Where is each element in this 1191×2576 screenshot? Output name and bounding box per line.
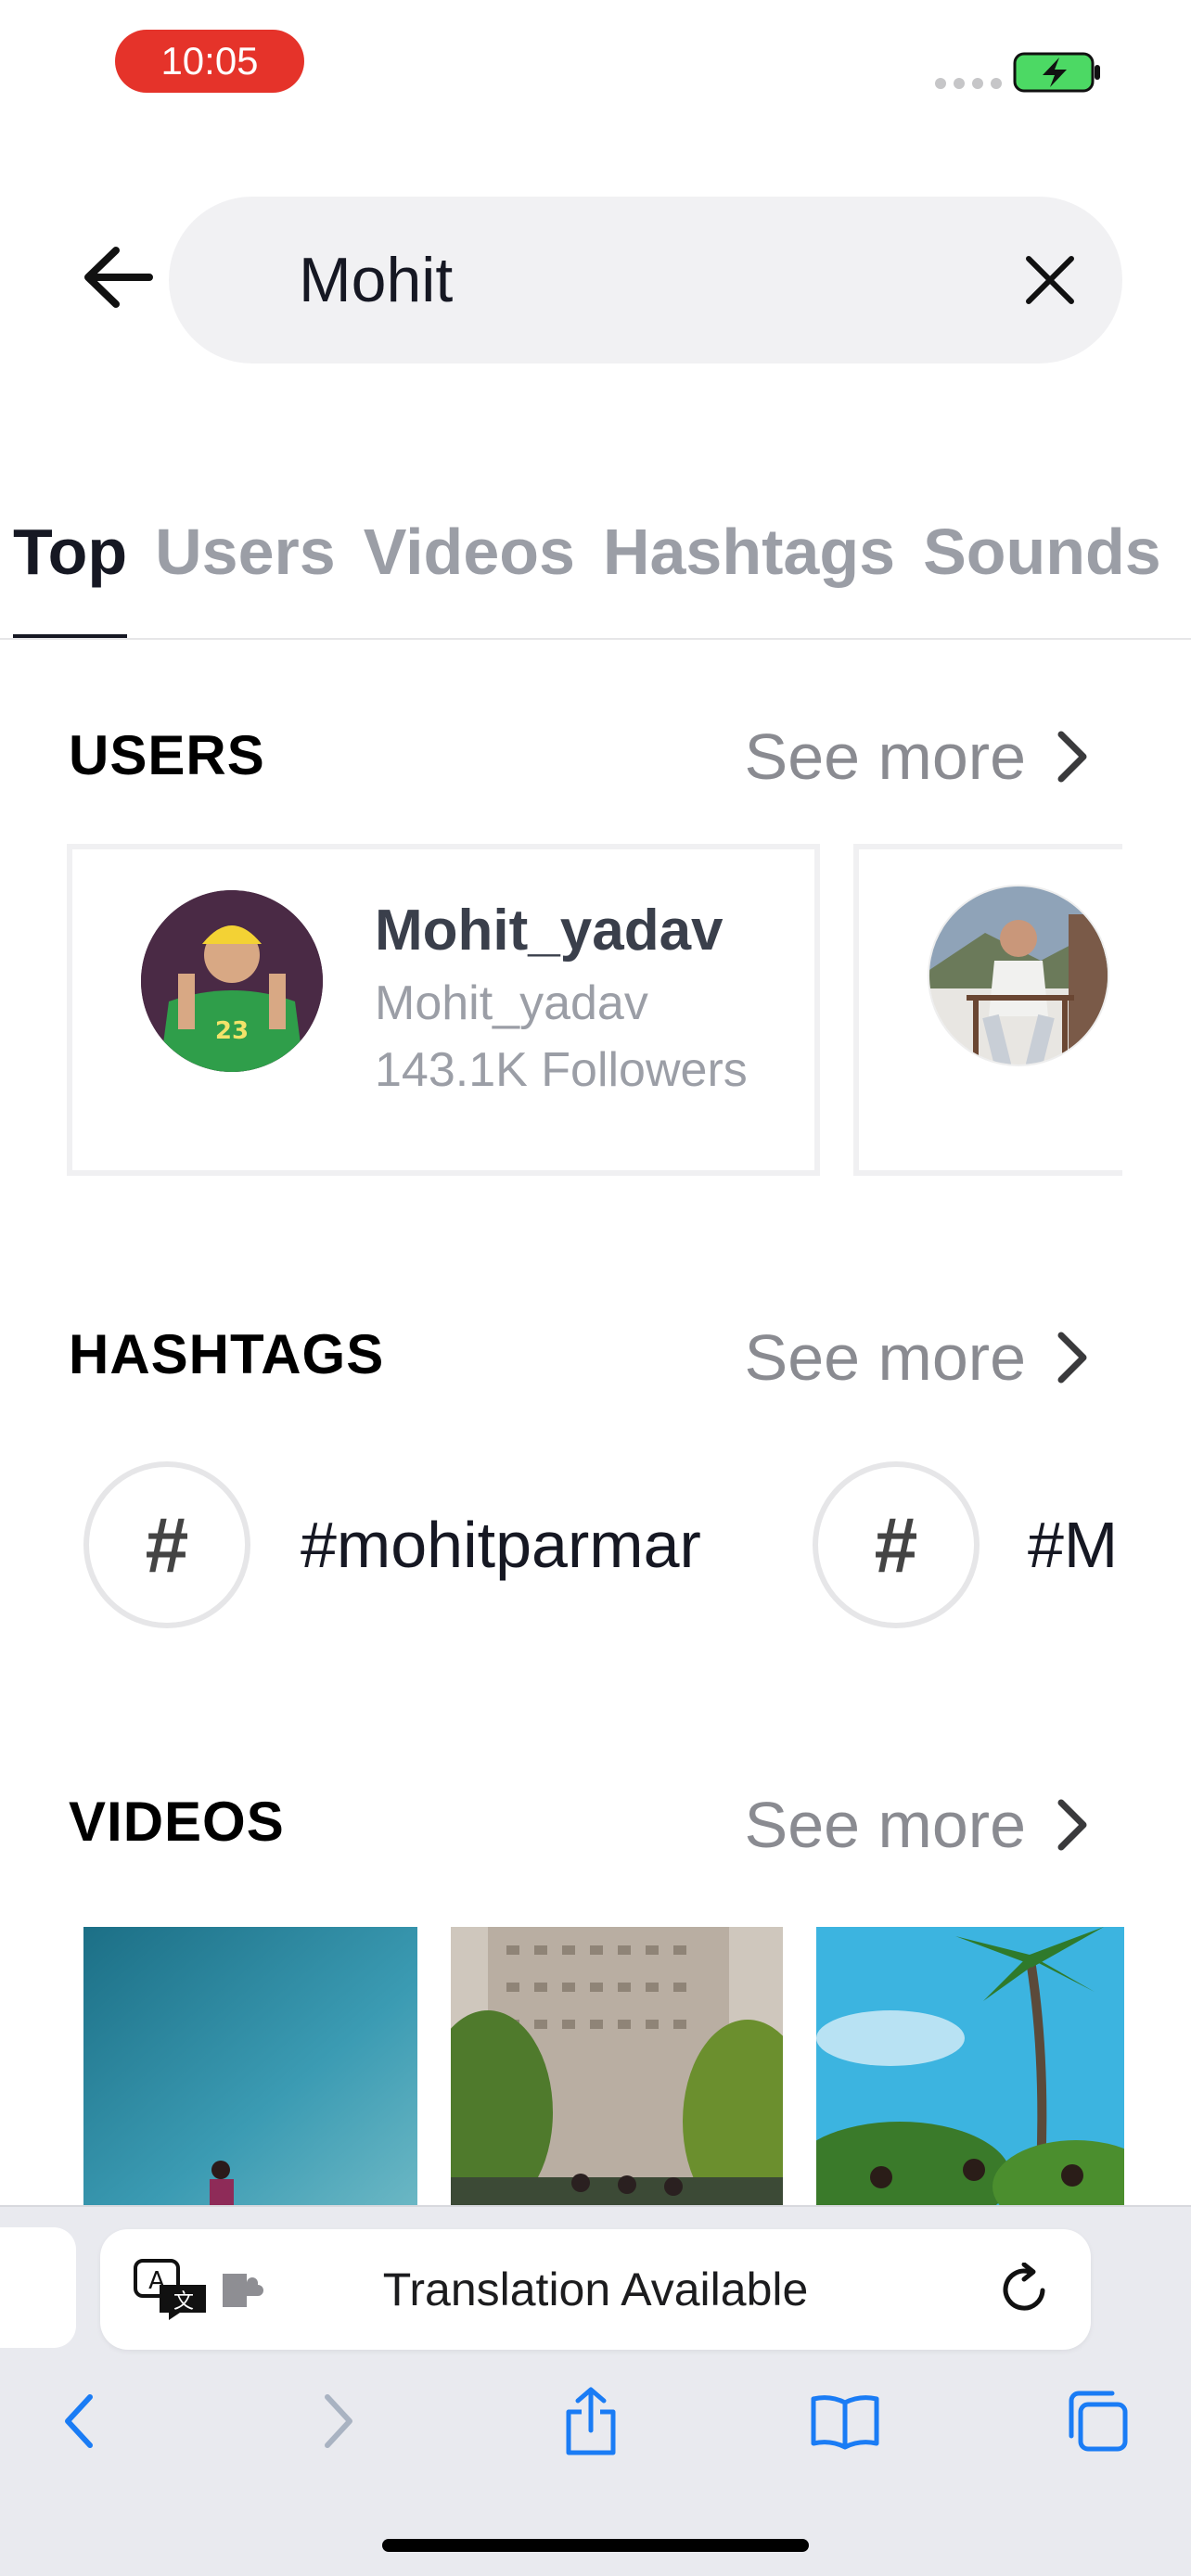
tab-sounds[interactable]: Sounds — [923, 501, 1161, 640]
hashtag-item[interactable]: #M — [1028, 1508, 1124, 1582]
hashtag-icon[interactable]: # — [83, 1461, 250, 1628]
hashtag-icon[interactable]: # — [813, 1461, 980, 1628]
previous-tab-card[interactable] — [0, 2227, 76, 2348]
tabs-button[interactable] — [1056, 2379, 1139, 2463]
avatar — [928, 885, 1109, 1066]
video-thumbnail[interactable] — [83, 1927, 417, 2205]
see-more-label: See more — [744, 1789, 1026, 1861]
chevron-right-icon — [1057, 1799, 1087, 1851]
signal-icon — [935, 78, 1002, 89]
user-card[interactable] — [853, 844, 1122, 1176]
share-button[interactable] — [549, 2379, 633, 2463]
hashtags-section-title: HASHTAGS — [69, 1323, 385, 1385]
tab-videos[interactable]: Videos — [364, 501, 575, 640]
user-handle: Mohit_yadav — [375, 976, 648, 1030]
avatar: 23 — [141, 890, 323, 1072]
share-icon — [566, 2387, 616, 2455]
chevron-right-icon — [1057, 1332, 1087, 1384]
tab-users[interactable]: Users — [155, 501, 336, 640]
back-arrow-icon — [84, 247, 153, 308]
chevron-right-icon — [1057, 731, 1087, 783]
see-more-label: See more — [744, 721, 1026, 793]
tabs-divider — [0, 638, 1191, 640]
svg-text:23: 23 — [215, 1017, 249, 1045]
user-name: Mohit_yadav — [375, 899, 724, 963]
tab-top[interactable]: Top — [13, 501, 128, 640]
status-time: 10:05 — [115, 30, 304, 93]
clear-search-button[interactable] — [1013, 243, 1087, 317]
see-more-label: See more — [744, 1321, 1026, 1394]
bookmarks-button[interactable] — [803, 2379, 887, 2463]
video-thumbnail[interactable] — [451, 1927, 783, 2205]
video-thumbnail[interactable] — [816, 1927, 1124, 2205]
search-tabs: Top Users Videos Hashtags Sounds — [13, 501, 1189, 640]
users-section-title: USERS — [69, 724, 265, 786]
hashtags-see-more-button[interactable]: See more — [745, 1320, 1091, 1395]
browser-back-button[interactable] — [37, 2379, 121, 2463]
translation-text: Translation Available — [382, 2264, 809, 2315]
home-indicator[interactable] — [382, 2539, 809, 2552]
browser-forward-button[interactable] — [297, 2379, 380, 2463]
book-icon — [811, 2395, 879, 2450]
search-bar — [169, 197, 1122, 363]
tabs-icon — [1069, 2391, 1128, 2452]
translation-banner[interactable]: A 文 Translation Available — [100, 2229, 1091, 2350]
tab-hashtags[interactable]: Hashtags — [603, 501, 895, 640]
back-button[interactable] — [76, 236, 160, 319]
chevron-right-icon — [325, 2394, 352, 2448]
close-icon — [1026, 256, 1074, 304]
search-input[interactable] — [299, 197, 1004, 363]
reload-icon[interactable] — [998, 2263, 1052, 2316]
hashtag-item[interactable]: #mohitparmar — [301, 1508, 701, 1582]
user-followers: 143.1K Followers — [375, 1043, 748, 1097]
users-see-more-button[interactable]: See more — [745, 720, 1091, 794]
user-card[interactable]: 23 Mohit_yadav Mohit_yadav 143.1K Follow… — [67, 844, 820, 1176]
battery-icon — [1013, 52, 1100, 93]
videos-see-more-button[interactable]: See more — [745, 1788, 1091, 1862]
chevron-left-icon — [65, 2394, 93, 2448]
videos-section-title: VIDEOS — [69, 1791, 285, 1853]
